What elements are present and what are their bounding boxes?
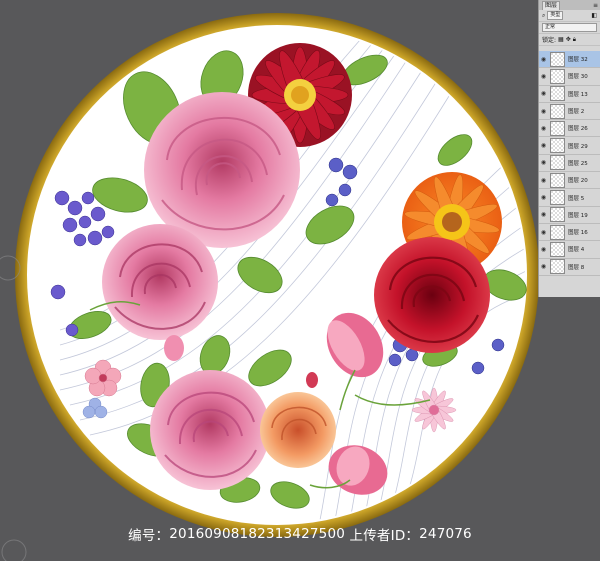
layer-name: 图层 16	[568, 230, 588, 237]
panel-tab-bar: 图层 ≡	[539, 0, 600, 10]
layer-thumbnail	[550, 172, 565, 188]
layer-thumbnail	[550, 68, 565, 84]
layer-row[interactable]: ◉ 图层 26	[539, 120, 600, 138]
layer-list: ◉ 图层 32 ◉ 图层 30 ◉ 图层 13 ◉ 图层 2 ◉ 图层 26 ◉ 图层 29 ◉ 图层 2…	[539, 51, 600, 276]
pink-rose-left	[102, 224, 218, 340]
visibility-eye-icon[interactable]: ◉	[539, 125, 548, 132]
visibility-eye-icon[interactable]: ◉	[539, 142, 548, 149]
visibility-eye-icon[interactable]: ◉	[539, 211, 548, 218]
layer-name: 图层 8	[568, 264, 585, 271]
layer-name: 图层 4	[568, 247, 585, 254]
layer-name: 图层 30	[568, 74, 588, 81]
pink-rose-bottom	[150, 370, 270, 490]
id-label: 编号：	[128, 528, 170, 544]
layer-thumbnail	[550, 51, 565, 67]
filter-row: ⌕ 类型 ◧	[539, 10, 600, 22]
id-value: 20160908182313427500	[169, 526, 346, 542]
blend-mode-select[interactable]: 正常	[542, 23, 597, 32]
red-bud	[306, 372, 318, 388]
filter-kind-select[interactable]: 类型	[547, 11, 564, 20]
layer-name: 图层 5	[568, 195, 585, 202]
layer-row[interactable]: ◉ 图层 2	[539, 103, 600, 121]
layer-thumbnail	[550, 86, 565, 102]
layer-row[interactable]: ◉ 图层 4	[539, 241, 600, 259]
layer-row[interactable]: ◉ 图层 13	[539, 86, 600, 103]
layer-thumbnail	[550, 120, 565, 136]
layer-name: 图层 19	[568, 212, 588, 219]
visibility-eye-icon[interactable]: ◉	[539, 90, 548, 97]
layer-name: 图层 29	[568, 143, 588, 150]
filter-search-icon: ⌕	[542, 11, 546, 19]
panel-menu-icon[interactable]: ≡	[593, 2, 598, 9]
visibility-eye-icon[interactable]: ◉	[539, 229, 548, 236]
layer-row[interactable]: ◉ 图层 32	[539, 51, 600, 69]
layer-row[interactable]: ◉ 图层 30	[539, 68, 600, 86]
layer-row[interactable]: ◉ 图层 29	[539, 137, 600, 155]
tab-layers[interactable]: 图层	[542, 0, 561, 10]
layer-name: 图层 13	[568, 91, 588, 98]
layer-name: 图层 25	[568, 160, 588, 167]
layer-thumbnail	[550, 138, 565, 154]
layer-name: 图层 20	[568, 178, 588, 185]
lock-position-icon[interactable]: ✥	[566, 36, 571, 43]
layer-row[interactable]: ◉ 图层 19	[539, 207, 600, 224]
layer-thumbnail	[550, 155, 565, 171]
blend-row: 正常	[539, 22, 600, 34]
visibility-eye-icon[interactable]: ◉	[539, 56, 548, 63]
visibility-eye-icon[interactable]: ◉	[539, 159, 548, 166]
layer-row[interactable]: ◉ 图层 16	[539, 224, 600, 242]
watermark-footer: 编号： 20160908182313427500 上传者ID： 247076	[0, 520, 600, 548]
layer-name: 图层 2	[568, 109, 585, 116]
pink-bud	[164, 335, 184, 361]
layer-name: 图层 26	[568, 126, 588, 133]
layers-panel: 图层 ≡ ⌕ 类型 ◧ 正常 锁定: ▦ ✥ 🔒︎ ◉ 图层 32 ◉ 图层 30 ◉ 图…	[538, 0, 600, 297]
visibility-eye-icon[interactable]: ◉	[539, 73, 548, 80]
visibility-eye-icon[interactable]: ◉	[539, 177, 548, 184]
uploader-label: 上传者ID：	[349, 528, 420, 544]
layer-thumbnail	[550, 190, 565, 206]
layer-row[interactable]: ◉ 图层 8	[539, 259, 600, 276]
visibility-eye-icon[interactable]: ◉	[539, 108, 548, 115]
layer-thumbnail	[550, 103, 565, 119]
visibility-eye-icon[interactable]: ◉	[539, 246, 548, 253]
visibility-eye-icon[interactable]: ◉	[539, 194, 548, 201]
layer-thumbnail	[550, 224, 565, 240]
layer-thumbnail	[550, 241, 565, 257]
layer-row[interactable]: ◉ 图层 20	[539, 172, 600, 190]
lock-row: 锁定: ▦ ✥ 🔒︎	[539, 34, 600, 46]
lock-all-icon[interactable]: 🔒︎	[573, 36, 576, 44]
lock-label: 锁定:	[542, 37, 557, 44]
visibility-eye-icon[interactable]: ◉	[539, 263, 548, 270]
artwork-canvas	[0, 13, 539, 561]
layer-thumbnail	[550, 207, 565, 223]
layer-row[interactable]: ◉ 图层 5	[539, 189, 600, 207]
filter-toggle-icon[interactable]: ◧	[591, 12, 597, 19]
red-rose	[374, 237, 490, 353]
layer-thumbnail	[550, 259, 565, 275]
lock-transparency-icon[interactable]: ▦	[558, 36, 564, 43]
layer-row[interactable]: ◉ 图层 25	[539, 155, 600, 173]
uploader-value: 247076	[419, 526, 472, 542]
layer-name: 图层 32	[568, 57, 588, 64]
peach-rose	[260, 392, 336, 468]
